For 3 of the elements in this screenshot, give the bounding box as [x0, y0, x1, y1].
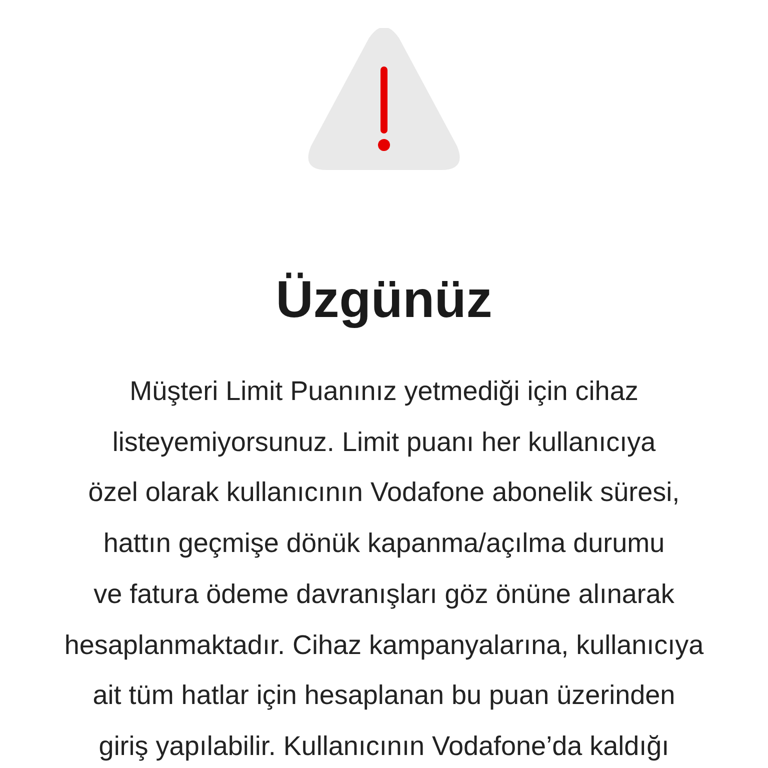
alert-message: Müşteri Limit Puanınız yetmediği için cihaz listeyemiyorsunuz. Limit puanı her kullanıcıya özel olarak kullanıcının Vodafone abonelik süresi, hattın geçmişe dönük kapanma/açılma durumu ve fatura ödeme davranışları göz önüne alınarak hesaplanmaktadır. Cihaz kampanyalarına, kullanıcıya ait tüm hatlar için hesaplanan bu puan üzerinden giriş yapılabilir. Kullanıcının Vodafone’da kaldığı	[64, 375, 704, 763]
alert-title: Üzgünüz	[276, 270, 492, 330]
warning-icon	[307, 28, 461, 170]
